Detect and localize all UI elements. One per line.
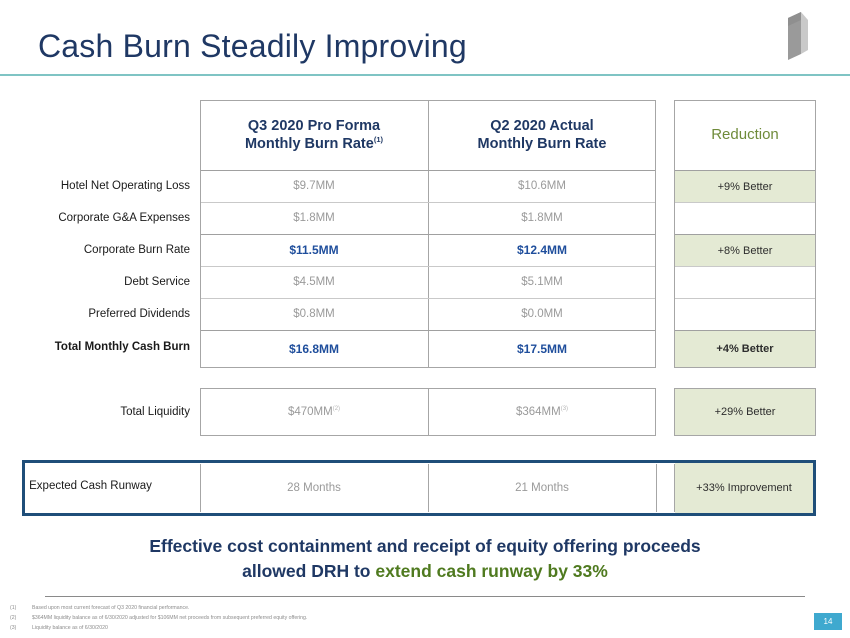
row-label-total-monthly-cash-burn: Total Monthly Cash Burn: [54, 341, 190, 353]
row-label-hotel-net-operating-loss: Hotel Net Operating Loss: [60, 180, 190, 192]
summary-tagline-line2-prefix: allowed DRH to: [242, 561, 376, 582]
summary-tagline-line1: Effective cost containment and receipt o…: [149, 536, 701, 556]
footnote-2-text: $364MM liquidity balance as of 6/30/2020…: [32, 615, 308, 622]
cell-q3-corporate-ga-expenses: $1.8MM: [293, 212, 335, 224]
cell-q3-total-liquidity: $470MM(2): [200, 388, 428, 436]
cell-reduction-total-monthly-cash-burn: +4% Better: [675, 331, 815, 367]
cell-reduction-corporate-burn-rate: +8% Better: [675, 235, 815, 266]
cell-reduction-hotel-net-operating-loss: +9% Better: [675, 171, 815, 202]
footnote-2: (2) $364MM liquidity balance as of 6/30/…: [10, 613, 610, 623]
cell-q2-corporate-ga-expenses: $1.8MM: [521, 212, 563, 224]
footnote-1-number: (1): [10, 605, 17, 611]
cell-reduction-preferred-dividends: [675, 298, 815, 330]
footnote-3-number: (3): [10, 625, 17, 632]
row-label-corporate-burn-rate: Corporate Burn Rate: [83, 244, 190, 256]
column-header-q3-footnote-marker: (1): [373, 135, 384, 145]
summary-tagline-line2-highlight: extend cash runway by 33%: [375, 561, 608, 582]
cell-reduction-total-liquidity: +29% Better: [714, 406, 776, 418]
footnote-1: (1) Based upon most current forecast of …: [10, 603, 610, 613]
cell-q3-debt-service: $4.5MM: [293, 276, 335, 288]
cell-reduction-debt-service: [675, 266, 815, 298]
column-header-q2-line1: Q2 2020 Actual: [490, 117, 594, 134]
column-header-q3-line2: Monthly Burn Rate: [244, 136, 374, 152]
footer-divider: [45, 596, 805, 597]
cell-q2-total-liquidity-marker: (3): [560, 406, 569, 413]
footnotes: (1) Based upon most current forecast of …: [10, 603, 610, 633]
row-label-debt-service: Debt Service: [124, 276, 190, 288]
cell-reduction-corporate-ga-expenses: [675, 202, 815, 234]
column-header-q2: Q2 2020 Actual Monthly Burn Rate: [428, 100, 656, 170]
cell-q3-preferred-dividends: $0.8MM: [293, 308, 335, 320]
cell-q2-total-monthly-cash-burn: $17.5MM: [516, 342, 568, 356]
summary-tagline: Effective cost containment and receipt o…: [0, 534, 850, 585]
cell-q2-debt-service: $5.1MM: [521, 276, 563, 288]
row-label-expected-cash-runway: Expected Cash Runway: [29, 480, 152, 492]
cell-q2-expected-cash-runway: 21 Months: [515, 482, 569, 494]
cell-q3-total-liquidity-marker: (2): [332, 406, 341, 413]
cell-q3-expected-cash-runway: 28 Months: [287, 482, 341, 494]
footnote-3: (3) Liquidity balance as of 6/30/2020: [10, 623, 610, 633]
footnote-3-text: Liquidity balance as of 6/30/2020: [32, 625, 108, 632]
column-header-reduction-label: Reduction: [711, 125, 779, 143]
cell-q2-preferred-dividends: $0.0MM: [521, 308, 563, 320]
cell-q3-corporate-burn-rate: $11.5MM: [289, 243, 339, 257]
cell-q2-corporate-burn-rate: $12.4MM: [516, 243, 568, 257]
cell-q2-total-liquidity-value: $364MM: [515, 406, 561, 418]
footnote-2-number: (2): [10, 615, 17, 622]
summary-tagline-line2: allowed DRH to extend cash runway by 33%: [0, 559, 850, 584]
runway-divider-before-reduction: [656, 464, 657, 512]
page-title: Cash Burn Steadily Improving: [38, 28, 467, 64]
cell-q2-hotel-net-operating-loss: $10.6MM: [518, 180, 566, 192]
cell-q3-hotel-net-operating-loss: $9.7MM: [293, 180, 335, 192]
cell-q3-total-liquidity-value: $470MM: [287, 406, 333, 418]
page-number-badge: 14: [814, 613, 842, 630]
column-header-q2-line2: Monthly Burn Rate: [477, 136, 607, 152]
cell-reduction-expected-cash-runway: +33% Improvement: [675, 463, 813, 513]
row-label-total-liquidity: Total Liquidity: [120, 406, 190, 418]
cell-q2-total-liquidity: $364MM(3): [428, 388, 656, 436]
column-header-q3: Q3 2020 Pro Forma Monthly Burn Rate(1): [200, 100, 428, 170]
row-label-preferred-dividends: Preferred Dividends: [88, 308, 190, 320]
footnote-1-text: Based upon most current forecast of Q3 2…: [32, 605, 190, 611]
column-header-reduction: Reduction: [674, 100, 816, 170]
cell-q3-total-monthly-cash-burn: $16.8MM: [288, 342, 340, 356]
row-label-corporate-ga-expenses: Corporate G&A Expenses: [58, 212, 190, 224]
company-logo-icon: [788, 12, 808, 60]
slide-header: Cash Burn Steadily Improving: [0, 0, 850, 78]
column-header-q3-line1: Q3 2020 Pro Forma: [247, 117, 381, 134]
header-divider: [0, 74, 850, 76]
